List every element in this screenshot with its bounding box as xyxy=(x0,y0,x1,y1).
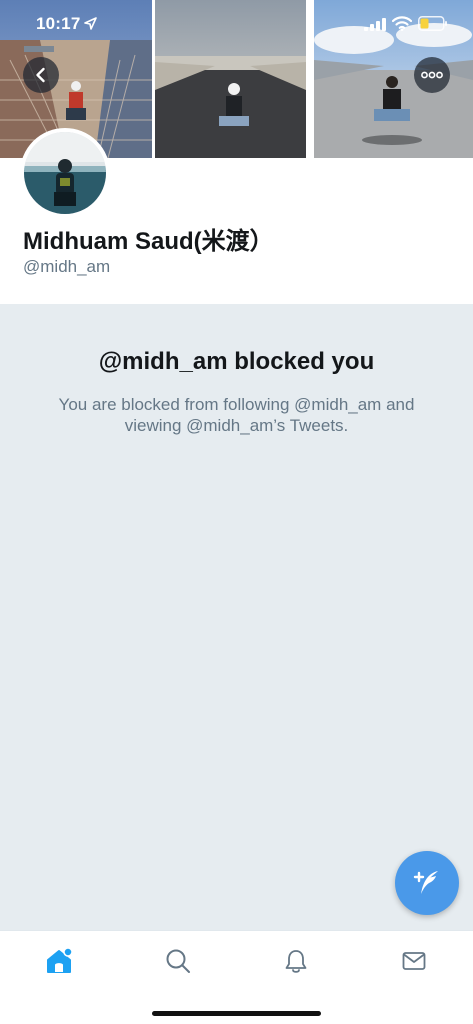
more-options-button[interactable] xyxy=(414,57,450,93)
compose-tweet-icon xyxy=(413,871,438,894)
tab-notifications[interactable] xyxy=(276,941,316,981)
bell-icon xyxy=(285,950,307,973)
avatar[interactable] xyxy=(20,128,110,218)
profile-display-name: Midhuam Saud(米渡） xyxy=(23,228,274,255)
home-indicator xyxy=(152,1011,321,1016)
cellular-signal-icon xyxy=(364,18,386,31)
avatar-photo xyxy=(24,132,106,214)
profile-handle: @midh_am xyxy=(23,257,111,276)
search-icon xyxy=(166,949,190,973)
ellipsis-icon xyxy=(421,71,443,79)
status-time: 10:17 xyxy=(36,14,81,33)
blocked-notice: @midh_am blocked you You are blocked fro… xyxy=(0,304,473,930)
compose-tweet-button[interactable] xyxy=(395,851,459,915)
tab-bar xyxy=(0,930,473,1024)
home-icon xyxy=(47,947,73,973)
tab-home[interactable] xyxy=(39,941,79,981)
chevron-left-icon xyxy=(36,67,45,83)
back-button[interactable] xyxy=(23,57,59,93)
wifi-icon xyxy=(392,16,412,31)
tab-search[interactable] xyxy=(158,941,198,981)
battery-icon xyxy=(418,16,447,31)
mail-icon xyxy=(402,952,426,970)
blocked-message: You are blocked from following @midh_am … xyxy=(58,395,415,435)
location-arrow-icon xyxy=(84,17,97,30)
banner-photo-2 xyxy=(155,0,306,158)
blocked-title: @midh_am blocked you xyxy=(98,348,375,375)
tab-messages[interactable] xyxy=(394,941,434,981)
